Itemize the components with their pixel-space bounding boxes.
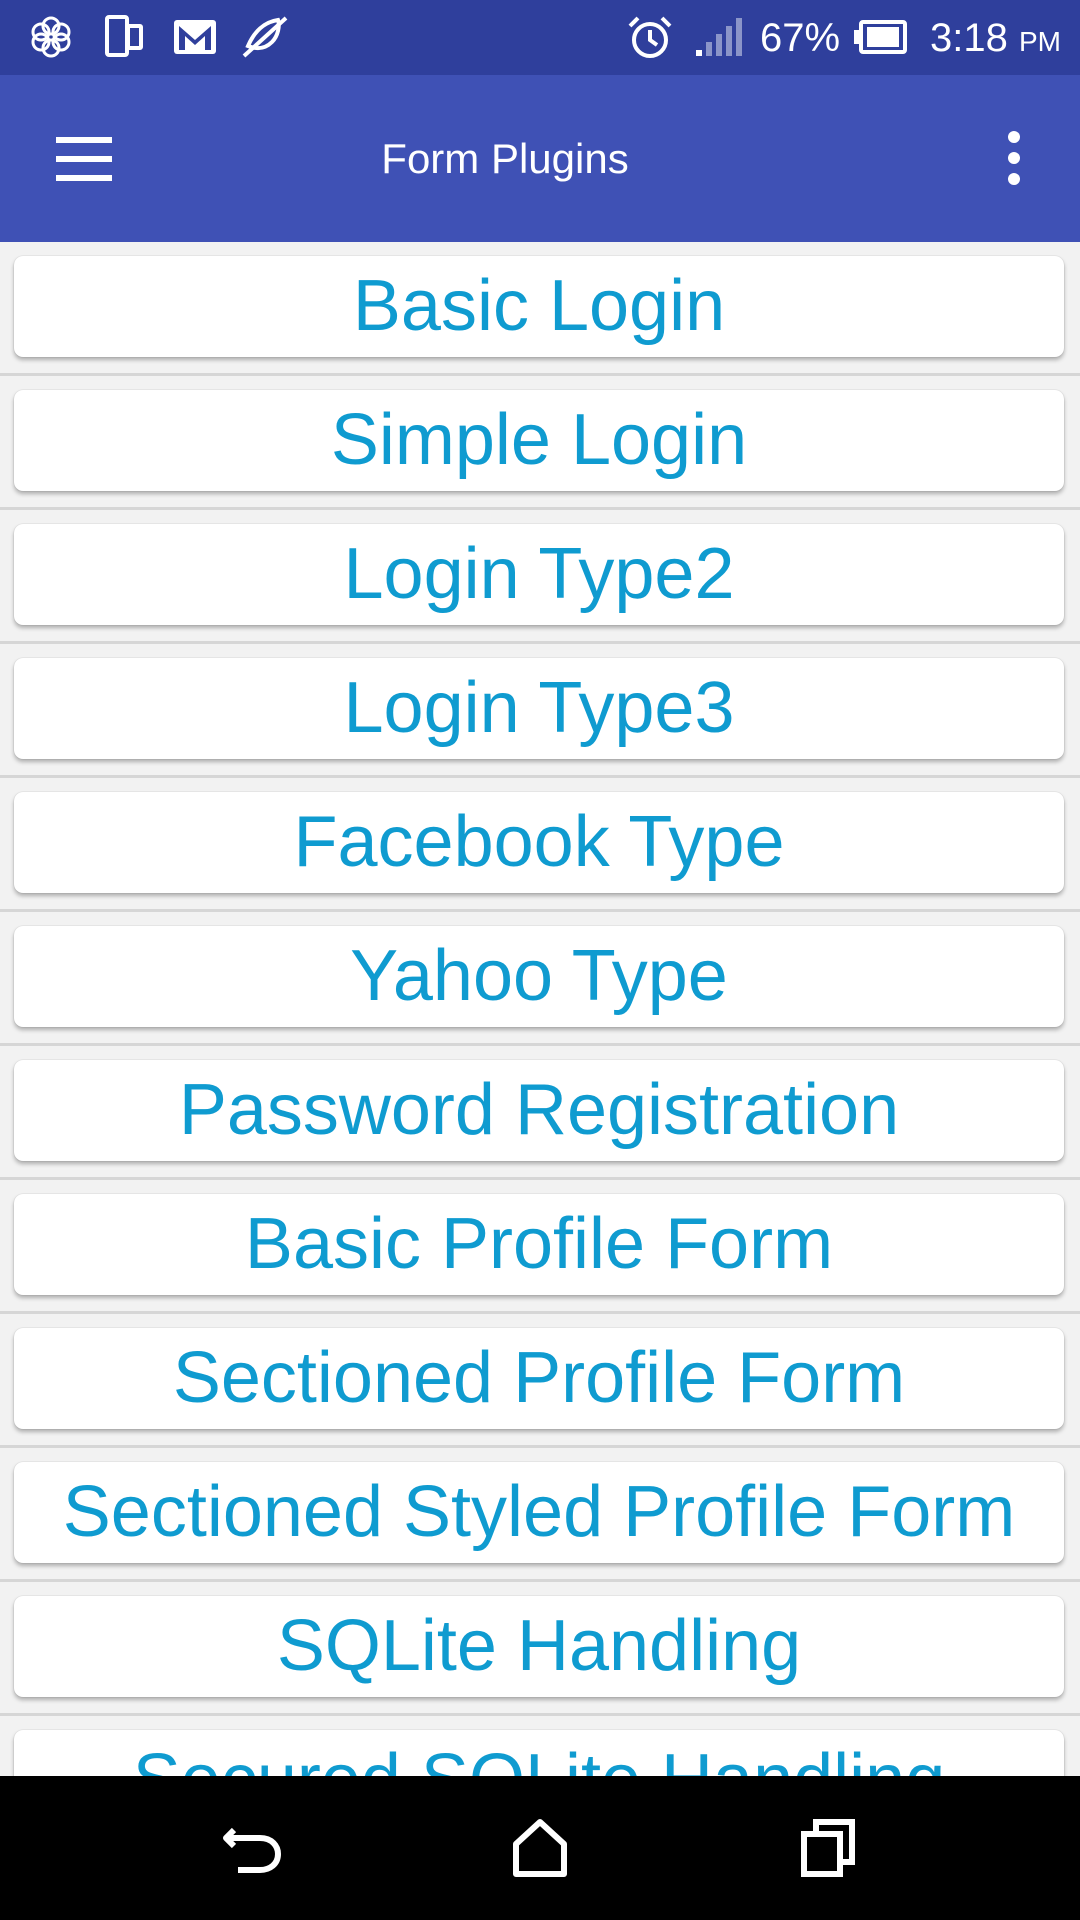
list-item-button[interactable]: Sectioned Profile Form xyxy=(14,1328,1064,1429)
list-item-button[interactable]: Secured SQLite Handling xyxy=(14,1730,1064,1776)
status-bar: 67% 3:18 PM xyxy=(0,0,1080,75)
page-title: Form Plugins xyxy=(381,135,629,182)
battery-icon xyxy=(852,14,908,65)
clock-time: 3:18 xyxy=(930,16,1008,60)
back-icon xyxy=(223,1827,282,1873)
list-item: Secured SQLite Handling xyxy=(0,1716,1080,1776)
more-options-button[interactable] xyxy=(980,123,1050,195)
list-item-button[interactable]: Facebook Type xyxy=(14,792,1064,893)
list-item: Sectioned Styled Profile Form xyxy=(0,1448,1080,1582)
phone-icon xyxy=(104,14,144,65)
app-bar: Form Plugins xyxy=(0,75,1080,242)
signal-icon xyxy=(694,14,744,65)
list-item: Basic Profile Form xyxy=(0,1180,1080,1314)
list-item-button[interactable]: Basic Login xyxy=(14,256,1064,357)
list-item-button[interactable]: Simple Login xyxy=(14,390,1064,491)
list-item: Simple Login xyxy=(0,376,1080,510)
list-item-button[interactable]: Login Type2 xyxy=(14,524,1064,625)
mute-icon xyxy=(240,14,290,65)
more-vertical-icon xyxy=(1008,131,1020,185)
list-item: Basic Login xyxy=(0,242,1080,376)
list-item: Yahoo Type xyxy=(0,912,1080,1046)
list-item: Facebook Type xyxy=(0,778,1080,912)
list-item: Login Type2 xyxy=(0,510,1080,644)
recents-button[interactable] xyxy=(788,1808,868,1888)
app-icon xyxy=(30,14,72,65)
plugin-list[interactable]: Basic Login Simple Login Login Type2 Log… xyxy=(0,242,1080,1776)
list-item-button[interactable]: Basic Profile Form xyxy=(14,1194,1064,1295)
clock: 3:18 PM xyxy=(930,14,1061,66)
home-icon xyxy=(513,1819,567,1877)
home-button[interactable] xyxy=(500,1808,580,1888)
recents-icon xyxy=(801,1819,855,1877)
list-item: Login Type3 xyxy=(0,644,1080,778)
list-item-button[interactable]: Login Type3 xyxy=(14,658,1064,759)
list-item: Password Registration xyxy=(0,1046,1080,1180)
list-item-button[interactable]: Yahoo Type xyxy=(14,926,1064,1027)
alarm-icon xyxy=(626,14,674,67)
back-button[interactable] xyxy=(214,1808,294,1888)
battery-percent: 67% xyxy=(760,16,841,60)
list-item: Sectioned Profile Form xyxy=(0,1314,1080,1448)
gmail-icon xyxy=(172,14,218,65)
navigation-bar xyxy=(0,1776,1080,1920)
list-item-button[interactable]: SQLite Handling xyxy=(14,1596,1064,1697)
list-item-button[interactable]: Sectioned Styled Profile Form xyxy=(14,1462,1064,1563)
list-item-button[interactable]: Password Registration xyxy=(14,1060,1064,1161)
list-item: SQLite Handling xyxy=(0,1582,1080,1716)
clock-ampm: PM xyxy=(1018,26,1061,57)
